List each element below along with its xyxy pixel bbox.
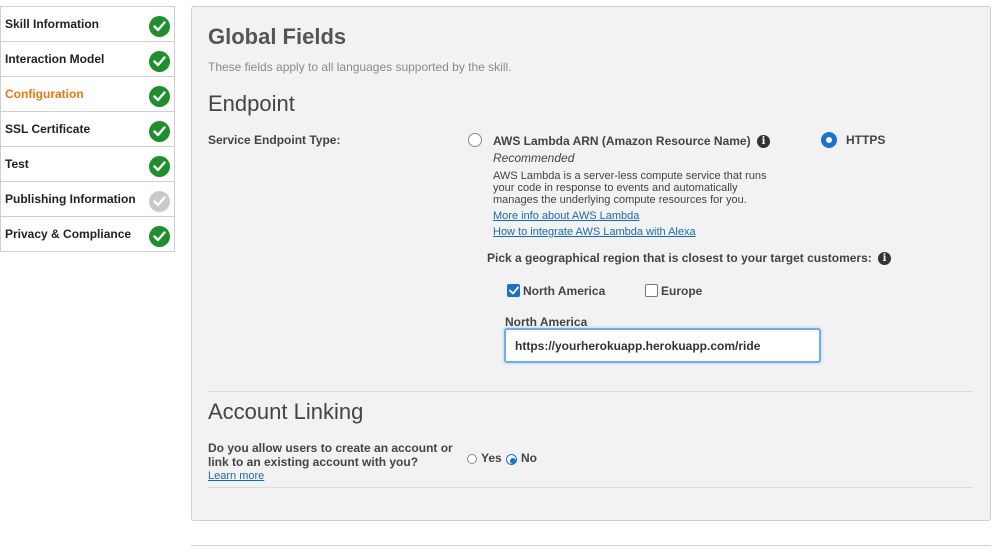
sidebar-item-privacy-compliance[interactable]: Privacy & Compliance — [1, 217, 174, 252]
region-prompt: Pick a geographical region that is close… — [487, 251, 872, 265]
account-linking-section-title: Account Linking — [208, 399, 364, 424]
learn-more-link[interactable]: Learn more — [208, 470, 264, 482]
check-circle-icon — [149, 121, 170, 142]
page-title: Global Fields — [208, 24, 347, 49]
lambda-arn-radio[interactable] — [468, 133, 482, 147]
sidebar-item-label: Skill Information — [5, 17, 100, 31]
https-radio[interactable] — [821, 132, 837, 148]
north-america-url-input[interactable] — [504, 328, 821, 363]
no-label: No — [521, 451, 537, 465]
yes-label: Yes — [481, 451, 502, 465]
https-option-label: HTTPS — [846, 133, 886, 147]
section-divider — [208, 487, 973, 488]
sidebar-item-label: Publishing Information — [5, 192, 136, 206]
section-divider — [208, 391, 973, 392]
integrate-lambda-link[interactable]: How to integrate AWS Lambda with Alexa — [493, 226, 696, 238]
account-linking-question: Do you allow users to create an account … — [208, 441, 453, 469]
recommended-label: Recommended — [493, 151, 575, 165]
sidebar-nav: Skill Information Interaction Model Conf… — [0, 6, 175, 252]
sidebar-item-interaction-model[interactable]: Interaction Model — [1, 42, 174, 77]
page-subtitle: These fields apply to all languages supp… — [208, 60, 512, 74]
global-fields-panel: Global Fields These fields apply to all … — [191, 6, 991, 521]
europe-checkbox[interactable] — [645, 284, 658, 297]
sidebar-item-label: Privacy & Compliance — [5, 227, 132, 241]
europe-checkbox-label: Europe — [661, 284, 703, 298]
north-america-checkbox[interactable] — [507, 284, 520, 297]
check-circle-icon — [149, 156, 170, 177]
check-circle-icon — [149, 16, 170, 37]
lambda-arn-option-label: AWS Lambda ARN (Amazon Resource Name) — [493, 134, 751, 148]
next-panel-border — [191, 545, 991, 546]
sidebar-item-label: Interaction Model — [5, 52, 105, 66]
check-circle-icon — [149, 51, 170, 72]
info-icon[interactable]: i — [878, 252, 891, 265]
check-circle-icon — [149, 86, 170, 107]
endpoint-section-title: Endpoint — [208, 91, 295, 116]
north-america-checkbox-label: North America — [523, 284, 606, 298]
sidebar-item-label: SSL Certificate — [5, 122, 91, 136]
service-endpoint-type-label: Service Endpoint Type: — [208, 133, 341, 147]
sidebar-item-label: Test — [5, 157, 29, 171]
sidebar-item-skill-information[interactable]: Skill Information — [1, 7, 174, 42]
account-linking-no-radio[interactable] — [506, 454, 517, 465]
more-info-lambda-link[interactable]: More info about AWS Lambda — [493, 210, 639, 222]
sidebar-item-test[interactable]: Test — [1, 147, 174, 182]
sidebar-item-configuration[interactable]: Configuration — [1, 77, 174, 112]
info-icon[interactable]: i — [757, 135, 770, 148]
lambda-description: AWS Lambda is a server-less compute serv… — [493, 170, 767, 206]
check-circle-grey-icon — [149, 191, 170, 212]
sidebar-item-label: Configuration — [5, 87, 84, 101]
check-circle-icon — [149, 226, 170, 247]
north-america-url-label: North America — [505, 315, 588, 329]
account-linking-yes-radio[interactable] — [467, 454, 477, 464]
sidebar-item-ssl-certificate[interactable]: SSL Certificate — [1, 112, 174, 147]
sidebar-item-publishing-information[interactable]: Publishing Information — [1, 182, 174, 217]
